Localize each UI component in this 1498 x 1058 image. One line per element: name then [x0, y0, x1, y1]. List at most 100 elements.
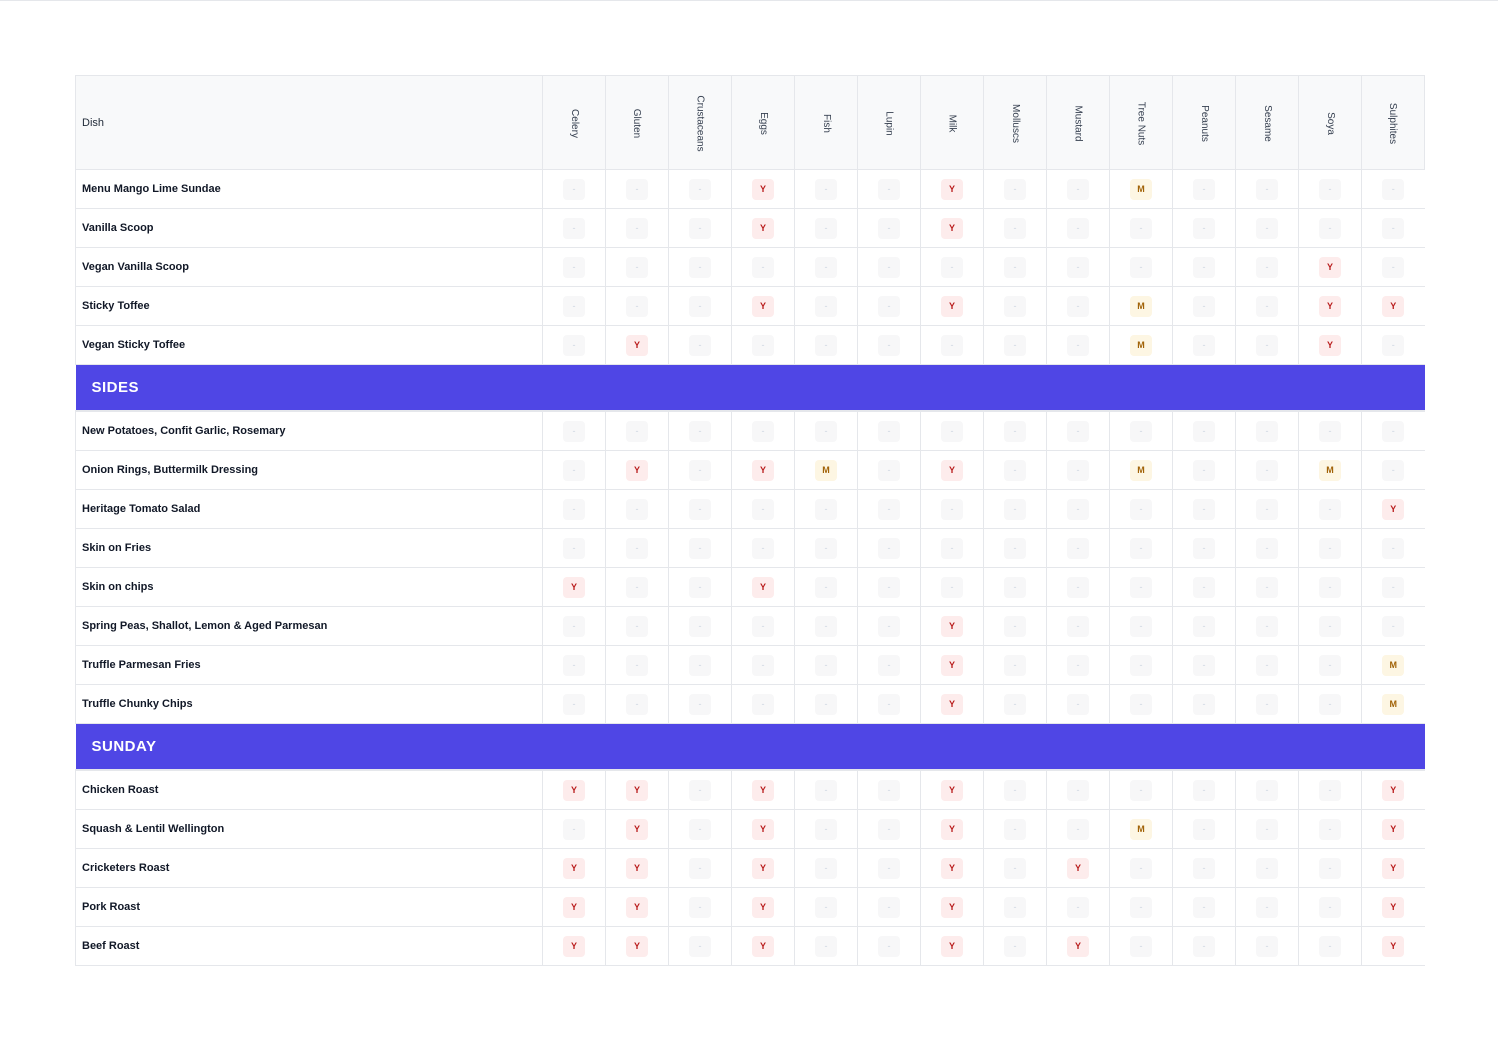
- allergen-cell: Y: [542, 567, 606, 607]
- allergen-none-badge: -: [689, 818, 711, 840]
- allergen-cell: -: [857, 169, 921, 209]
- allergen-none-badge: -: [1004, 420, 1026, 442]
- allergen-cell: -: [1172, 606, 1236, 646]
- allergen-cell: Y: [731, 926, 795, 966]
- allergen-cell: -: [1109, 567, 1173, 607]
- allergen-cell: Y: [920, 848, 984, 888]
- allergen-yes-badge: Y: [752, 295, 774, 317]
- allergen-yes-badge: Y: [1382, 935, 1405, 957]
- allergen-cell: -: [1172, 325, 1236, 365]
- allergen-cell: -: [794, 208, 858, 248]
- allergen-header-label: Tree Nuts: [1135, 101, 1147, 145]
- allergen-cell: -: [1298, 645, 1362, 685]
- allergen-cell: M: [1109, 325, 1173, 365]
- allergen-cell: -: [794, 247, 858, 287]
- allergen-none-badge: -: [878, 654, 900, 676]
- allergen-none-badge: -: [626, 178, 648, 200]
- allergen-cell: Y: [920, 450, 984, 490]
- table-row: Chicken Roast Y Y - Y - - Y - - - - - - Y: [75, 769, 1425, 810]
- allergen-none-badge: -: [878, 295, 900, 317]
- allergen-yes-badge: Y: [1067, 857, 1089, 879]
- allergen-cell: -: [1172, 286, 1236, 326]
- allergen-cell: -: [1046, 286, 1110, 326]
- allergen-none-badge: -: [1193, 576, 1215, 598]
- table-row: Vegan Sticky Toffee - Y - - - - - - - M - - Y -: [75, 325, 1425, 365]
- allergen-cell: -: [857, 848, 921, 888]
- allergen-may-badge: M: [815, 459, 837, 481]
- allergen-none-badge: -: [1004, 178, 1026, 200]
- allergen-cell: Y: [731, 286, 795, 326]
- allergen-none-badge: -: [1130, 537, 1152, 559]
- table-row: New Potatoes, Confit Garlic, Rosemary - - -…: [75, 410, 1425, 451]
- allergen-cell: -: [605, 528, 669, 568]
- dish-name: Sticky Toffee: [75, 286, 543, 326]
- allergen-cell: -: [794, 606, 858, 646]
- allergen-cell: -: [605, 286, 669, 326]
- allergen-cell: -: [983, 887, 1047, 927]
- allergen-cell: M: [1109, 809, 1173, 849]
- allergen-none-badge: -: [1193, 498, 1215, 520]
- allergen-cell: -: [1361, 208, 1425, 248]
- allergen-none-badge: -: [878, 576, 900, 598]
- table-row: Skin on chips Y - - Y - - - - - - - - - -: [75, 567, 1425, 607]
- allergen-cell: -: [1361, 410, 1425, 451]
- allergen-none-badge: -: [1382, 178, 1405, 200]
- allergen-none-badge: -: [752, 420, 774, 442]
- allergen-none-badge: -: [1130, 935, 1152, 957]
- allergen-none-badge: -: [1067, 896, 1089, 918]
- table-row: Vanilla Scoop - - - Y - - Y - - - - - - -: [75, 208, 1425, 248]
- allergen-yes-badge: Y: [626, 334, 648, 356]
- allergen-cell: -: [542, 325, 606, 365]
- allergen-none-badge: -: [1193, 334, 1215, 356]
- table-header-row: Dish Celery Gluten Crustaceans Eggs Fish Lupi…: [75, 75, 1425, 170]
- allergen-cell: -: [794, 848, 858, 888]
- allergen-none-badge: -: [815, 295, 837, 317]
- allergen-cell: -: [794, 926, 858, 966]
- allergen-none-badge: -: [878, 693, 900, 715]
- allergen-none-badge: -: [1319, 178, 1341, 200]
- allergen-cell: -: [983, 286, 1047, 326]
- allergen-header-molluscs: Molluscs: [983, 75, 1047, 170]
- allergen-cell: -: [920, 410, 984, 451]
- allergen-cell: -: [983, 684, 1047, 724]
- allergen-cell: -: [983, 567, 1047, 607]
- allergen-cell: -: [1298, 567, 1362, 607]
- allergen-cell: M: [1298, 450, 1362, 490]
- table-row: Cricketers Roast Y Y - Y - - Y - Y - - - - Y: [75, 848, 1425, 888]
- allergen-cell: Y: [542, 887, 606, 927]
- allergen-cell: -: [1046, 410, 1110, 451]
- allergen-header-label: Milk: [946, 114, 958, 132]
- allergen-none-badge: -: [878, 334, 900, 356]
- allergen-cell: -: [542, 528, 606, 568]
- allergen-cell: Y: [920, 208, 984, 248]
- allergen-cell: -: [1109, 848, 1173, 888]
- allergen-yes-badge: Y: [752, 576, 774, 598]
- allergen-cell: -: [542, 684, 606, 724]
- allergen-none-badge: -: [815, 896, 837, 918]
- allergen-cell: -: [1046, 645, 1110, 685]
- allergen-yes-badge: Y: [1382, 857, 1405, 879]
- allergen-none-badge: -: [1193, 295, 1215, 317]
- allergen-cell: -: [668, 887, 732, 927]
- allergen-none-badge: -: [1067, 459, 1089, 481]
- allergen-cell: -: [668, 410, 732, 451]
- allergen-cell: -: [1109, 769, 1173, 810]
- allergen-cell: -: [794, 169, 858, 209]
- allergen-header-soya: Soya: [1298, 75, 1362, 170]
- allergen-none-badge: -: [1256, 779, 1278, 801]
- allergen-cell: -: [1235, 169, 1299, 209]
- allergen-cell: -: [605, 645, 669, 685]
- allergen-cell: Y: [605, 887, 669, 927]
- allergen-cell: M: [794, 450, 858, 490]
- allergen-header-label: Sesame: [1261, 104, 1273, 142]
- allergen-may-badge: M: [1382, 654, 1405, 676]
- allergen-cell: -: [668, 528, 732, 568]
- allergen-cell: Y: [731, 169, 795, 209]
- allergen-none-badge: -: [626, 420, 648, 442]
- allergen-none-badge: -: [941, 576, 963, 598]
- allergen-yes-badge: Y: [752, 779, 774, 801]
- allergen-cell: -: [983, 325, 1047, 365]
- allergen-cell: -: [731, 528, 795, 568]
- allergen-header-label: Eggs: [757, 111, 769, 135]
- allergen-none-badge: -: [1193, 178, 1215, 200]
